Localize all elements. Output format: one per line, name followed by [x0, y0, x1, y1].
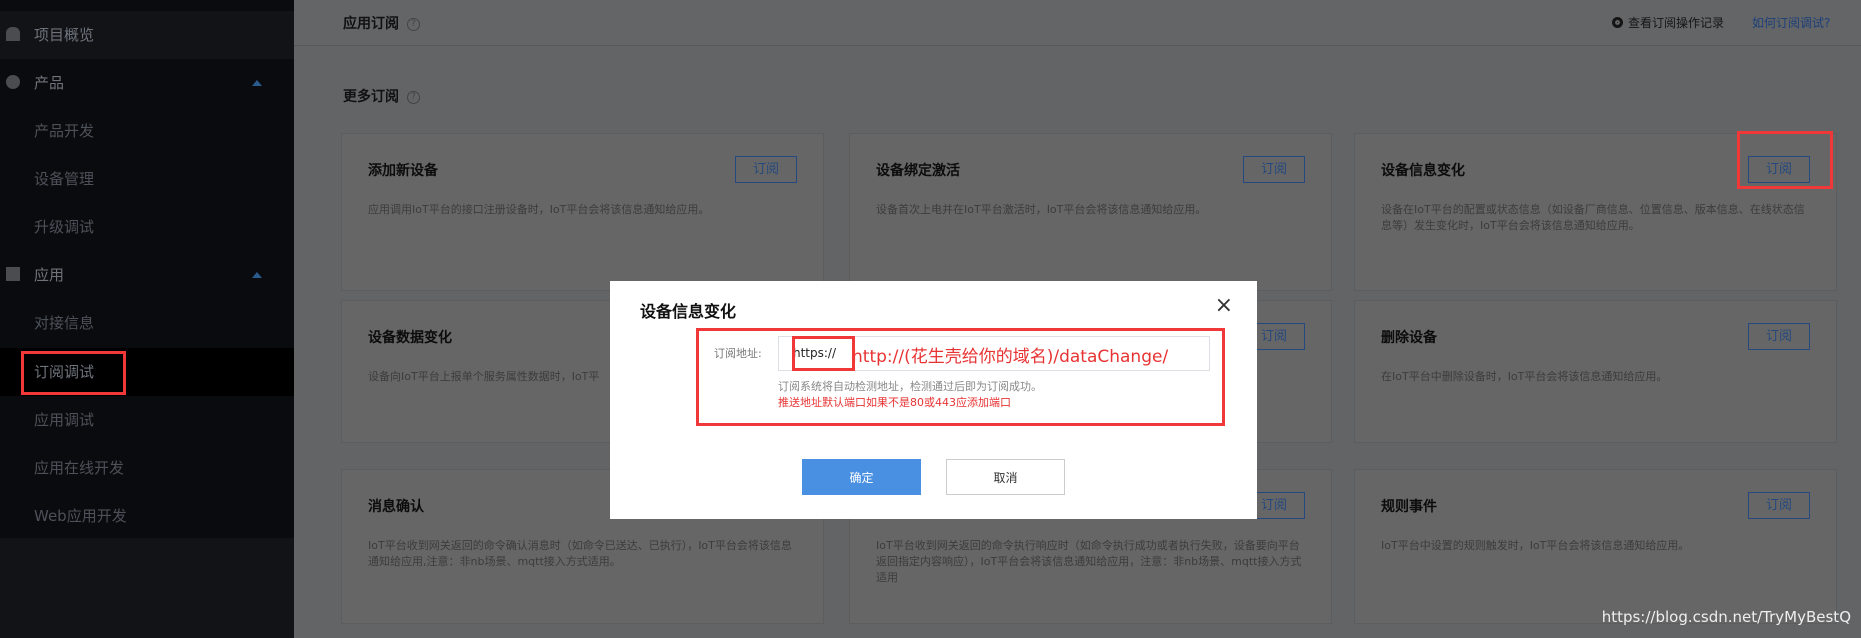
sidebar: 项目概览 产品 产品开发 设备管理 升级调试 应用 对接信息 订阅调试 应用调试… — [0, 0, 294, 638]
annotation-box — [1737, 131, 1833, 189]
confirm-button[interactable]: 确定 — [802, 459, 921, 495]
subscription-card: 删除设备 订阅 在IoT平台中删除设备时，IoT平台会将该信息通知给应用。 — [1354, 300, 1837, 443]
card-title: 设备数据变化 — [368, 330, 452, 346]
card-description: 应用调用IoT平台的接口注册设备时，IoT平台会将该信息通知给应用。 — [368, 203, 710, 216]
subscription-card: 规则事件 订阅 IoT平台中设置的规则触发时，IoT平台会将该信息通知给应用。 — [1354, 469, 1837, 624]
caret-up-icon[interactable] — [252, 80, 262, 86]
subscription-card: 添加新设备 订阅 应用调用IoT平台的接口注册设备时，IoT平台会将该信息通知给… — [341, 133, 824, 291]
card-description: IoT平台中设置的规则触发时，IoT平台会将该信息通知给应用。 — [1381, 539, 1690, 552]
subscribe-dialog: 设备信息变化 × 订阅地址: https:// http://(花生壳给你的域名… — [610, 281, 1257, 519]
view-record-link[interactable]: 查看订阅操作记录 — [1612, 14, 1724, 31]
product-icon — [6, 75, 20, 89]
card-title: 设备信息变化 — [1381, 163, 1465, 179]
sidebar-item-upgrade[interactable]: 升级调试 — [0, 203, 294, 251]
annotation-box — [696, 328, 1225, 426]
sidebar-item-overview[interactable]: 项目概览 — [0, 11, 294, 59]
cancel-button[interactable]: 取消 — [946, 459, 1065, 495]
section-title-text: 更多订阅 — [343, 89, 399, 105]
sidebar-item-web-dev[interactable]: Web应用开发 — [0, 492, 294, 540]
sidebar-item-product-dev[interactable]: 产品开发 — [0, 107, 294, 155]
card-title: 消息确认 — [368, 499, 424, 515]
subscribe-button[interactable]: 订阅 — [1748, 323, 1810, 350]
subscribe-button[interactable]: 订阅 — [1748, 492, 1810, 519]
card-description: 在IoT平台中删除设备时，IoT平台会将该信息通知给应用。 — [1381, 370, 1668, 383]
how-to-link[interactable]: 如何订阅调试? — [1752, 14, 1830, 31]
page-title-text: 应用订阅 — [343, 16, 399, 32]
page-title: 应用订阅? — [343, 13, 420, 33]
sidebar-item-integration[interactable]: 对接信息 — [0, 299, 294, 347]
sidebar-item-product[interactable]: 产品 — [0, 59, 294, 107]
card-description: IoT平台收到网关返回的命令确认消息时（如命令已送达、已执行），IoT平台会将该… — [368, 539, 792, 568]
annotation-box — [792, 336, 855, 371]
sidebar-item-app-debug[interactable]: 应用调试 — [0, 396, 294, 444]
subscription-card: 设备绑定激活 订阅 设备首次上电并在IoT平台激活时，IoT平台会将该信息通知给… — [849, 133, 1332, 291]
sidebar-item-online-dev[interactable]: 应用在线开发 — [0, 444, 294, 492]
card-description: 设备首次上电并在IoT平台激活时，IoT平台会将该信息通知给应用。 — [876, 203, 1207, 216]
watermark: https://blog.csdn.net/TryMyBestQ — [1601, 608, 1851, 626]
sidebar-footer — [0, 538, 294, 638]
close-icon[interactable]: × — [1215, 293, 1233, 318]
sidebar-item-label: 项目概览 — [34, 26, 95, 44]
card-title: 设备绑定激活 — [876, 163, 960, 179]
card-description: IoT平台收到网关返回的命令执行响应时（如命令执行成功或者执行失败，设备要向平台… — [876, 539, 1302, 584]
sidebar-item-device-mgmt[interactable]: 设备管理 — [0, 155, 294, 203]
eye-icon — [1612, 17, 1623, 28]
card-description: 设备在IoT平台的配置或状态信息（如设备厂商信息、位置信息、版本信息、在线状态信… — [1381, 203, 1805, 232]
sidebar-item-app[interactable]: 应用 — [0, 251, 294, 299]
help-icon[interactable]: ? — [407, 17, 420, 31]
section-title: 更多订阅? — [343, 86, 420, 106]
card-title: 添加新设备 — [368, 163, 438, 179]
sidebar-item-label: 应用 — [34, 266, 65, 284]
annotation-box — [21, 351, 126, 395]
page-header: 应用订阅? 查看订阅操作记录 如何订阅调试? — [294, 0, 1861, 46]
card-title: 规则事件 — [1381, 499, 1437, 515]
home-icon — [6, 27, 20, 41]
caret-up-icon[interactable] — [252, 272, 262, 278]
subscribe-button[interactable]: 订阅 — [1243, 156, 1305, 183]
help-icon[interactable]: ? — [407, 90, 420, 104]
dialog-title: 设备信息变化 — [640, 302, 737, 321]
sidebar-item-label: 产品 — [34, 74, 65, 92]
subscribe-button[interactable]: 订阅 — [735, 156, 797, 183]
grid-icon — [6, 267, 20, 281]
view-record-label: 查看订阅操作记录 — [1628, 16, 1725, 30]
card-title: 删除设备 — [1381, 330, 1437, 346]
